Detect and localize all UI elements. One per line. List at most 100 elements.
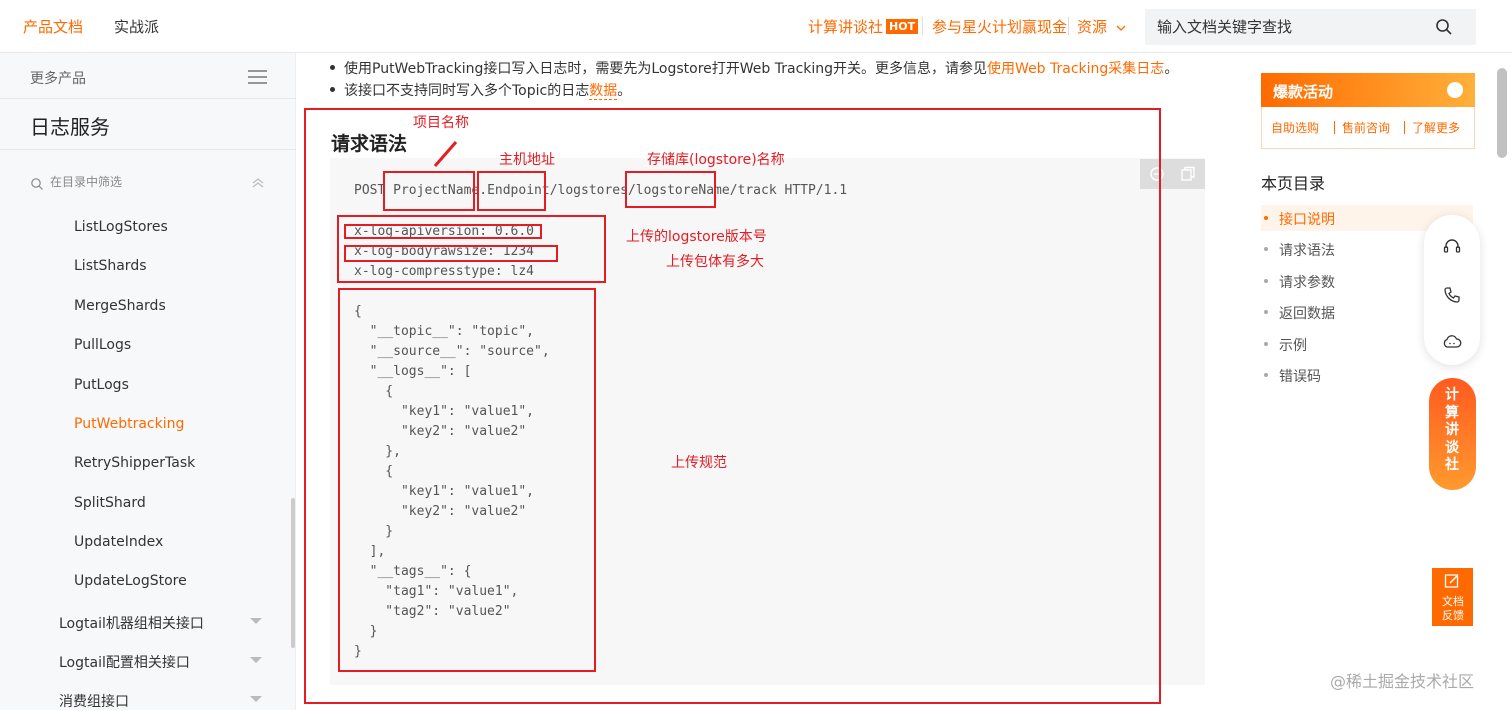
promo-link-presales[interactable]: 售前咨询 [1342, 119, 1390, 136]
sidebar-item-putwebtracking[interactable]: PutWebtracking [74, 416, 184, 432]
promo-banner[interactable]: 爆款活动 [1261, 73, 1475, 107]
caret-down-icon[interactable] [250, 696, 262, 702]
sidebar-item-pulllogs[interactable]: PullLogs [74, 337, 131, 353]
feedback-label: 文档反馈 [1442, 595, 1464, 622]
resources-label: 资源 [1077, 18, 1108, 36]
doc-feedback-button[interactable]: 文档反馈 [1432, 568, 1473, 626]
search-icon[interactable] [1435, 18, 1453, 36]
search-icon [31, 178, 43, 190]
floating-contact-panel [1424, 215, 1480, 365]
sidebar-group-logtail-machine[interactable]: Logtail机器组相关接口 [59, 613, 204, 633]
annotation-label-apiversion: 上传的logstore版本号 [626, 229, 767, 245]
sidebar-group-logtail-config[interactable]: Logtail配置相关接口 [59, 652, 190, 672]
toc-title: 本页目录 [1261, 174, 1326, 193]
note-bullet: 该接口不支持同时写入多个Topic的日志数据。 [330, 80, 631, 100]
cloud-icon[interactable] [1442, 332, 1462, 352]
menu-icon[interactable] [248, 69, 267, 85]
annotation-label-bodysize: 上传包体有多大 [666, 254, 764, 270]
toc-dot [1264, 373, 1268, 377]
bullet-dot [330, 87, 335, 92]
note-suffix: 。 [1164, 61, 1179, 77]
sidebar-item-updatelogstore[interactable]: UpdateLogStore [74, 573, 187, 589]
more-products-label[interactable]: 更多产品 [30, 68, 86, 88]
bullet-dot [330, 65, 335, 70]
annotation-endpoint-box [477, 171, 546, 211]
copy-icon[interactable] [1180, 166, 1196, 182]
divider [1404, 121, 1405, 134]
sidebar-item-mergeshards[interactable]: MergeShards [74, 298, 166, 314]
promo-link-learn-more[interactable]: 了解更多 [1412, 119, 1460, 136]
toc-label: 错误码 [1279, 369, 1321, 385]
product-title: 日志服务 [30, 115, 110, 139]
annotation-apiversion-box [344, 224, 542, 239]
annotation-label-upload-spec: 上传规范 [671, 455, 727, 471]
top-navigation-bar: 产品文档 实战派 计算讲谈社 HOT 参与星火计划赢现金 资源 [0, 0, 1512, 53]
toc-dot [1264, 216, 1268, 220]
headset-icon[interactable] [1442, 237, 1462, 257]
left-sidebar: 更多产品 日志服务 ListLogStores ListShards Merge… [0, 53, 296, 710]
main-content: 使用PutWebTracking接口写入日志时，需要先为Logstore打开We… [296, 53, 1241, 710]
tab-practice[interactable]: 实战派 [114, 16, 159, 37]
sidebar-item-putlogs[interactable]: PutLogs [74, 377, 129, 393]
toc-dot [1264, 279, 1268, 283]
directory-filter [30, 173, 270, 197]
directory-filter-input[interactable] [50, 175, 230, 189]
annotation-project-box [383, 171, 475, 211]
web-tracking-link[interactable]: 使用Web Tracking采集日志 [987, 61, 1164, 77]
hot-badge: HOT [886, 19, 919, 34]
edit-icon [1444, 574, 1459, 588]
search-input[interactable] [1157, 17, 1427, 37]
sidebar-item-splitshard[interactable]: SplitShard [74, 495, 146, 511]
sidebar-item-retryshippertask[interactable]: RetryShipperTask [74, 455, 195, 471]
chevron-down-icon [1116, 25, 1126, 31]
divider [0, 98, 296, 99]
sidebar-item-updateindex[interactable]: UpdateIndex [74, 534, 163, 550]
star-plan-link[interactable]: 参与星火计划赢现金 [932, 16, 1067, 37]
promo-links: 自助选购 售前咨询 了解更多 [1261, 107, 1475, 149]
search-box [1145, 9, 1476, 45]
toc-label: 返回数据 [1279, 306, 1335, 322]
tab-product-docs[interactable]: 产品文档 [23, 16, 83, 37]
computing-forum-label: 计算讲谈社 [808, 18, 884, 36]
toc-label: 请求参数 [1279, 275, 1335, 291]
annotation-logstore-box [625, 171, 716, 208]
sidebar-scrollbar[interactable] [291, 498, 295, 648]
annotation-arrow-icon [433, 141, 458, 167]
note-text: 使用PutWebTracking接口写入日志时，需要先为Logstore打开We… [344, 61, 988, 77]
toc-dot [1264, 342, 1268, 346]
annotation-label-project: 项目名称 [413, 115, 469, 131]
toc-label: 示例 [1279, 338, 1307, 354]
divider [922, 17, 923, 35]
promo-title: 爆款活动 [1273, 83, 1334, 101]
note-suffix: 。 [617, 83, 632, 99]
sidebar-item-listlogstores[interactable]: ListLogStores [74, 219, 168, 235]
sidebar-item-listshards[interactable]: ListShards [74, 258, 147, 274]
caret-down-icon[interactable] [250, 618, 262, 624]
caret-down-icon[interactable] [250, 657, 262, 663]
note-bullet: 使用PutWebTracking接口写入日志时，需要先为Logstore打开We… [330, 58, 1178, 78]
float-button-label: 计算讲谈社 [1445, 387, 1459, 473]
toc-label: 接口说明 [1279, 212, 1335, 228]
chevron-up-double-icon[interactable] [250, 175, 266, 191]
toc-dot [1264, 310, 1268, 314]
divider [1334, 121, 1335, 134]
annotation-body-box [338, 288, 596, 672]
sidebar-group-consumer[interactable]: 消费组接口 [59, 691, 129, 711]
promo-link-self-purchase[interactable]: 自助选购 [1271, 119, 1319, 136]
page-scrollbar[interactable] [1497, 68, 1507, 158]
computing-forum-float-button[interactable]: 计算讲谈社 [1429, 378, 1476, 490]
resources-dropdown[interactable]: 资源 [1077, 16, 1126, 37]
toc-dot [1264, 247, 1268, 251]
divider [0, 149, 296, 150]
note-text: 该接口不支持同时写入多个Topic的日志 [344, 83, 590, 99]
annotation-label-logstore: 存储库(logstore)名称 [647, 152, 785, 168]
phone-icon[interactable] [1442, 285, 1462, 305]
data-term-link[interactable]: 数据 [589, 83, 618, 100]
annotation-bodysize-box [344, 245, 558, 262]
computing-forum-link[interactable]: 计算讲谈社 HOT [808, 16, 919, 37]
divider [1068, 17, 1069, 35]
annotation-label-host: 主机地址 [499, 152, 555, 168]
watermark: @稀土掘金技术社区 [1330, 672, 1475, 691]
promo-arrow-icon [1447, 82, 1463, 98]
toc-label: 请求语法 [1279, 243, 1335, 259]
